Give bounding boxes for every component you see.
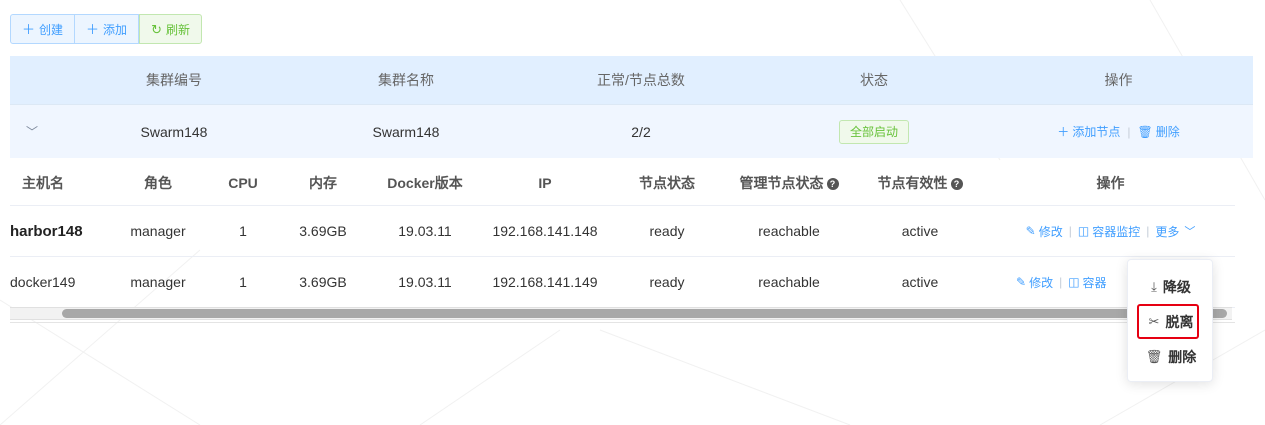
header-validity: 节点有效性: [877, 174, 948, 191]
trash-icon: 🗑: [1137, 124, 1153, 139]
header-cpu: CPU: [228, 174, 258, 191]
header-host: 主机名: [22, 174, 64, 191]
cluster-id: Swarm148: [140, 123, 208, 140]
plus-icon: ＋: [22, 21, 36, 37]
highlight-box: [1137, 304, 1199, 339]
refresh-button[interactable]: ↻ 刷新: [139, 14, 202, 44]
edit-label: 修改: [1029, 275, 1054, 290]
node-table: 主机名 角色 CPU 内存 Docker版本 IP 节点状态 管理节点状态? 节…: [10, 160, 1235, 308]
manager-state: reachable: [758, 223, 820, 239]
chevron-down-icon: ﹀: [1184, 226, 1196, 238]
header-role: 角色: [144, 174, 172, 191]
ip-address: 192.168.141.149: [492, 274, 598, 290]
separator: |: [1146, 224, 1150, 238]
create-button[interactable]: ＋ 创建: [10, 14, 76, 44]
container-monitor-link[interactable]: ◫ 容器监控: [1078, 223, 1140, 240]
divider: [10, 322, 1235, 323]
edit-icon: ✎: [1025, 224, 1036, 238]
edit-label: 修改: [1038, 224, 1063, 239]
ip-address: 192.168.141.148: [492, 223, 598, 239]
host-name: docker149: [10, 274, 76, 290]
header-node-count: 正常/节点总数: [597, 72, 685, 88]
role: manager: [130, 274, 186, 290]
separator: |: [1068, 224, 1072, 238]
header-manager-state: 管理节点状态: [739, 174, 824, 191]
header-ip: IP: [538, 174, 552, 191]
scrollbar-thumb[interactable]: [62, 309, 1227, 318]
separator: |: [1127, 124, 1131, 139]
container-monitor-label: 容器监控: [1092, 224, 1141, 239]
help-icon[interactable]: ?: [950, 177, 963, 190]
edit-icon: ✎: [1016, 275, 1027, 289]
validity: active: [901, 223, 939, 239]
validity: active: [901, 274, 939, 290]
status-badge: 全部启动: [838, 119, 909, 144]
add-node-label: 添加节点: [1072, 125, 1121, 139]
node-table-header: 主机名 角色 CPU 内存 Docker版本 IP 节点状态 管理节点状态? 节…: [10, 160, 1235, 206]
add-label: 添加: [103, 22, 128, 37]
header-ops: 操作: [1104, 72, 1133, 88]
menu-item-label: 降级: [1162, 279, 1191, 295]
separator: |: [1059, 275, 1063, 289]
refresh-label: 刷新: [165, 22, 190, 37]
menu-item-demote[interactable]: ⤓ 降级: [1128, 272, 1214, 302]
more-dropdown-trigger[interactable]: 更多 ﹀: [1155, 223, 1195, 240]
cpu: 1: [239, 223, 247, 239]
table-row: docker149 manager 1 3.69GB 19.03.11 192.…: [10, 257, 1235, 308]
plus-icon: ＋: [86, 21, 100, 37]
add-node-link[interactable]: ＋ 添加节点: [1057, 123, 1120, 140]
header-docker: Docker版本: [387, 174, 463, 191]
trash-icon: 🗑: [1145, 349, 1163, 364]
camera-icon: ◫: [1077, 224, 1090, 238]
header-cluster-id: 集群编号: [146, 72, 202, 88]
memory: 3.69GB: [299, 223, 347, 239]
header-cluster-name: 集群名称: [378, 72, 434, 88]
edit-link[interactable]: ✎ 修改: [1026, 223, 1063, 240]
node-state: ready: [649, 274, 685, 290]
delete-cluster-link[interactable]: 🗑 删除: [1137, 123, 1179, 140]
header-memory: 内存: [309, 174, 337, 191]
plus-icon: ＋: [1057, 125, 1070, 139]
toolbar: ＋ 创建 ＋ 添加 ↻ 刷新: [10, 14, 202, 44]
role: manager: [130, 223, 186, 239]
camera-icon: ◫: [1068, 275, 1080, 289]
add-button[interactable]: ＋ 添加: [75, 14, 140, 44]
container-monitor-link[interactable]: ◫ 容器: [1068, 274, 1106, 291]
more-label: 更多: [1155, 224, 1180, 239]
header-status: 状态: [860, 72, 888, 88]
refresh-icon: ↻: [151, 21, 162, 37]
download-icon: ⤓: [1151, 279, 1157, 294]
header-node-state: 节点状态: [639, 174, 695, 191]
create-label: 创建: [39, 22, 64, 37]
table-row: harbor148 manager 1 3.69GB 19.03.11 192.…: [10, 206, 1235, 257]
cluster-table-header: 集群编号 集群名称 正常/节点总数 状态 操作: [10, 56, 1253, 104]
header-node-ops: 操作: [1096, 174, 1125, 191]
cpu: 1: [239, 274, 247, 290]
docker-version: 19.03.11: [398, 274, 452, 290]
cluster-table: 集群编号 集群名称 正常/节点总数 状态 操作 ﹀ Swarm148 Swarm…: [10, 56, 1253, 158]
manager-state: reachable: [758, 274, 820, 290]
memory: 3.69GB: [299, 274, 347, 290]
container-monitor-label: 容器: [1082, 275, 1107, 290]
horizontal-scrollbar[interactable]: [10, 307, 1232, 320]
host-name: harbor148: [10, 222, 83, 240]
delete-cluster-label: 删除: [1155, 125, 1180, 139]
menu-item-label: 删除: [1168, 349, 1197, 365]
cluster-name: Swarm148: [372, 123, 440, 140]
help-icon[interactable]: ?: [826, 177, 839, 190]
cluster-node-count: 2/2: [631, 123, 651, 140]
cluster-row: ﹀ Swarm148 Swarm148 2/2 全部启动 ＋ 添加节点 | 🗑 …: [10, 104, 1253, 158]
docker-version: 19.03.11: [398, 223, 452, 239]
chevron-down-icon[interactable]: ﹀: [26, 123, 38, 140]
node-state: ready: [649, 223, 685, 239]
menu-item-delete[interactable]: 🗑 删除: [1128, 342, 1214, 372]
edit-link[interactable]: ✎ 修改: [1016, 274, 1053, 291]
